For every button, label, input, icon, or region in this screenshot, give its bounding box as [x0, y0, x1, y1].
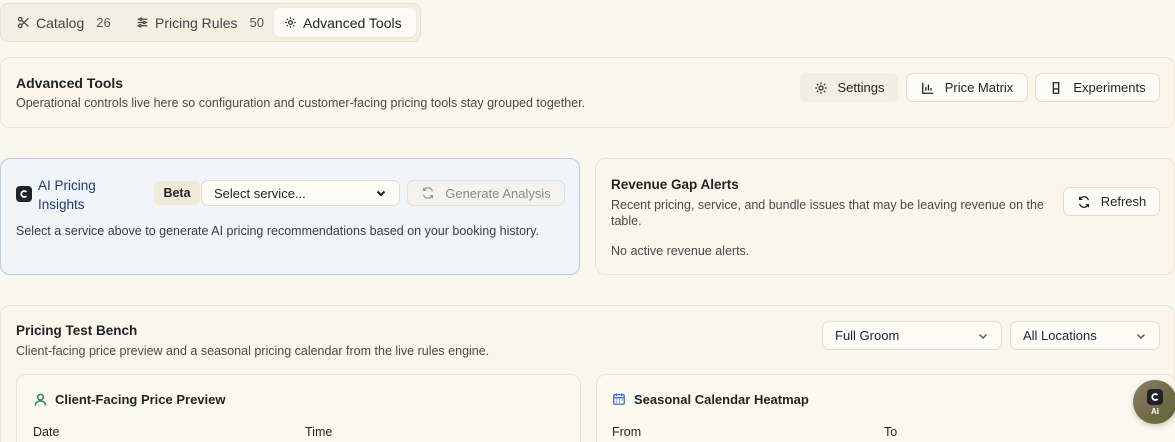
revenue-title: Revenue Gap Alerts: [611, 177, 739, 192]
date-label: Date: [33, 425, 60, 439]
location-filter-value: All Locations: [1023, 328, 1097, 343]
ai-assistant-button[interactable]: AI: [1133, 380, 1175, 424]
chevron-down-icon: [977, 330, 989, 342]
location-filter-select[interactable]: All Locations: [1010, 321, 1160, 350]
advanced-tools-card: Advanced Tools Operational controls live…: [0, 57, 1175, 128]
settings-button[interactable]: Settings: [800, 73, 898, 102]
ai-hint: Select a service above to generate AI pr…: [16, 224, 539, 238]
user-icon: [33, 392, 48, 407]
to-label: To: [884, 425, 898, 439]
revenue-gap-card: Revenue Gap Alerts Recent pricing, servi…: [595, 158, 1175, 275]
ai-title: AI Pricing Insights: [38, 176, 96, 214]
price-preview-title: Client-Facing Price Preview: [55, 392, 226, 407]
tab-count: 26: [96, 15, 111, 30]
tab-count: 50: [249, 15, 264, 30]
section-title: Advanced Tools: [16, 75, 124, 91]
price-matrix-label: Price Matrix: [944, 80, 1014, 95]
sliders-icon: [136, 16, 149, 29]
tab-label: Catalog: [36, 14, 85, 31]
service-filter-value: Full Groom: [835, 328, 900, 343]
section-subtitle: Operational controls live here so config…: [16, 96, 586, 110]
bar-chart-icon: [921, 81, 935, 95]
ai-pricing-card: AI Pricing Insights Beta Select service.…: [0, 158, 580, 275]
gear-icon: [284, 16, 297, 29]
flask-icon: [1049, 81, 1063, 95]
price-matrix-button[interactable]: Price Matrix: [906, 73, 1028, 102]
ai-title-line2: Insights: [38, 197, 85, 212]
seasonal-heatmap-panel: Seasonal Calendar Heatmap From To: [596, 374, 1175, 442]
ai-logo-icon: [1147, 388, 1163, 405]
from-label: From: [612, 425, 642, 439]
generate-analysis-button[interactable]: Generate Analysis: [407, 180, 565, 206]
refresh-button[interactable]: Refresh: [1063, 187, 1160, 216]
service-select[interactable]: Select service...: [201, 180, 400, 206]
settings-label: Settings: [837, 80, 885, 95]
service-select-value: Select service...: [214, 185, 306, 201]
tab-catalog[interactable]: Catalog 26: [7, 8, 121, 37]
ai-title-line1: AI Pricing: [38, 178, 96, 193]
tab-advanced-tools[interactable]: Advanced Tools: [274, 8, 416, 37]
chevron-down-icon: [1135, 330, 1147, 342]
price-preview-panel: Client-Facing Price Preview Date Time: [16, 374, 581, 442]
bench-subtitle: Client-facing price preview and a season…: [16, 344, 490, 358]
refresh-icon: [1077, 195, 1091, 209]
pricing-test-bench-card: Pricing Test Bench Client-facing price p…: [0, 305, 1175, 442]
bench-title: Pricing Test Bench: [16, 323, 138, 338]
tab-label: Advanced Tools: [303, 14, 402, 31]
experiments-button[interactable]: Experiments: [1035, 73, 1160, 102]
scissors-icon: [17, 16, 30, 29]
generate-analysis-label: Generate Analysis: [445, 185, 551, 201]
tab-bar: Catalog 26 Pricing Rules 50 Advanced Too…: [0, 3, 421, 42]
refresh-icon: [421, 186, 435, 200]
ai-assistant-label: AI: [1151, 406, 1159, 416]
revenue-empty-state: No active revenue alerts.: [611, 244, 750, 258]
time-label: Time: [305, 425, 333, 439]
chevron-down-icon: [375, 187, 387, 199]
tab-pricing-rules[interactable]: Pricing Rules 50: [126, 8, 274, 37]
gear-icon: [814, 81, 828, 95]
calendar-icon: [612, 392, 626, 406]
experiments-label: Experiments: [1073, 80, 1146, 95]
revenue-subtitle: Recent pricing, service, and bundle issu…: [611, 198, 1044, 228]
tab-label: Pricing Rules: [155, 14, 238, 31]
refresh-label: Refresh: [1100, 194, 1147, 209]
ai-logo-icon: [16, 186, 32, 202]
heatmap-title: Seasonal Calendar Heatmap: [634, 392, 809, 407]
beta-badge: Beta: [154, 181, 200, 205]
service-filter-select[interactable]: Full Groom: [822, 321, 1002, 350]
